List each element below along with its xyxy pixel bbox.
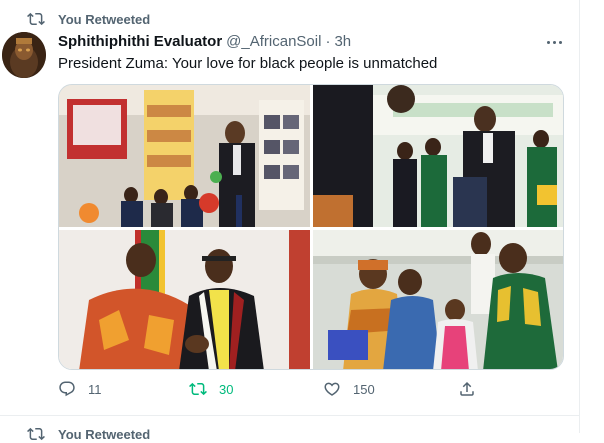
retweet-icon [27, 12, 45, 26]
author-name[interactable]: Sphithiphithi Evaluator [58, 33, 222, 50]
share-button[interactable] [458, 380, 476, 398]
share-icon [460, 381, 474, 396]
more-options-icon[interactable] [544, 34, 564, 50]
retweet-context-label: You Retweeted [58, 11, 151, 27]
retweet-count: 30 [219, 381, 234, 397]
tweet-actions: 11 30 150 [58, 380, 564, 404]
tweet-text: President Zuma: Your love for black peop… [58, 55, 438, 72]
avatar[interactable] [2, 32, 46, 78]
like-count: 150 [353, 381, 375, 397]
reply-icon [59, 381, 75, 397]
media-photo-2[interactable] [313, 85, 563, 227]
media-photo-4[interactable] [313, 230, 563, 369]
media-photo-3[interactable] [59, 230, 310, 369]
heart-icon [324, 382, 340, 396]
timeline: You Retweeted Sphithiphithi Evaluator @_… [0, 0, 580, 442]
next-retweet-context-label: You Retweeted [58, 426, 151, 442]
retweet-icon [189, 382, 207, 396]
media-photo-1[interactable] [59, 85, 310, 227]
retweet-icon [27, 427, 45, 441]
reply-count: 11 [88, 381, 102, 397]
author-handle[interactable]: @_AfricanSoil [226, 33, 321, 50]
like-button[interactable]: 150 [323, 380, 375, 398]
retweet-context[interactable]: You Retweeted [27, 10, 150, 28]
reply-button[interactable]: 11 [58, 380, 102, 398]
tweet-timestamp[interactable]: 3h [334, 33, 351, 50]
retweet-button[interactable]: 30 [189, 380, 233, 398]
tweet-divider [0, 415, 580, 416]
header-separator: · [325, 33, 331, 50]
tweet-header: Sphithiphithi Evaluator @_AfricanSoil · … [58, 33, 351, 50]
media-grid [58, 84, 564, 370]
next-retweet-context[interactable]: You Retweeted [27, 425, 150, 443]
